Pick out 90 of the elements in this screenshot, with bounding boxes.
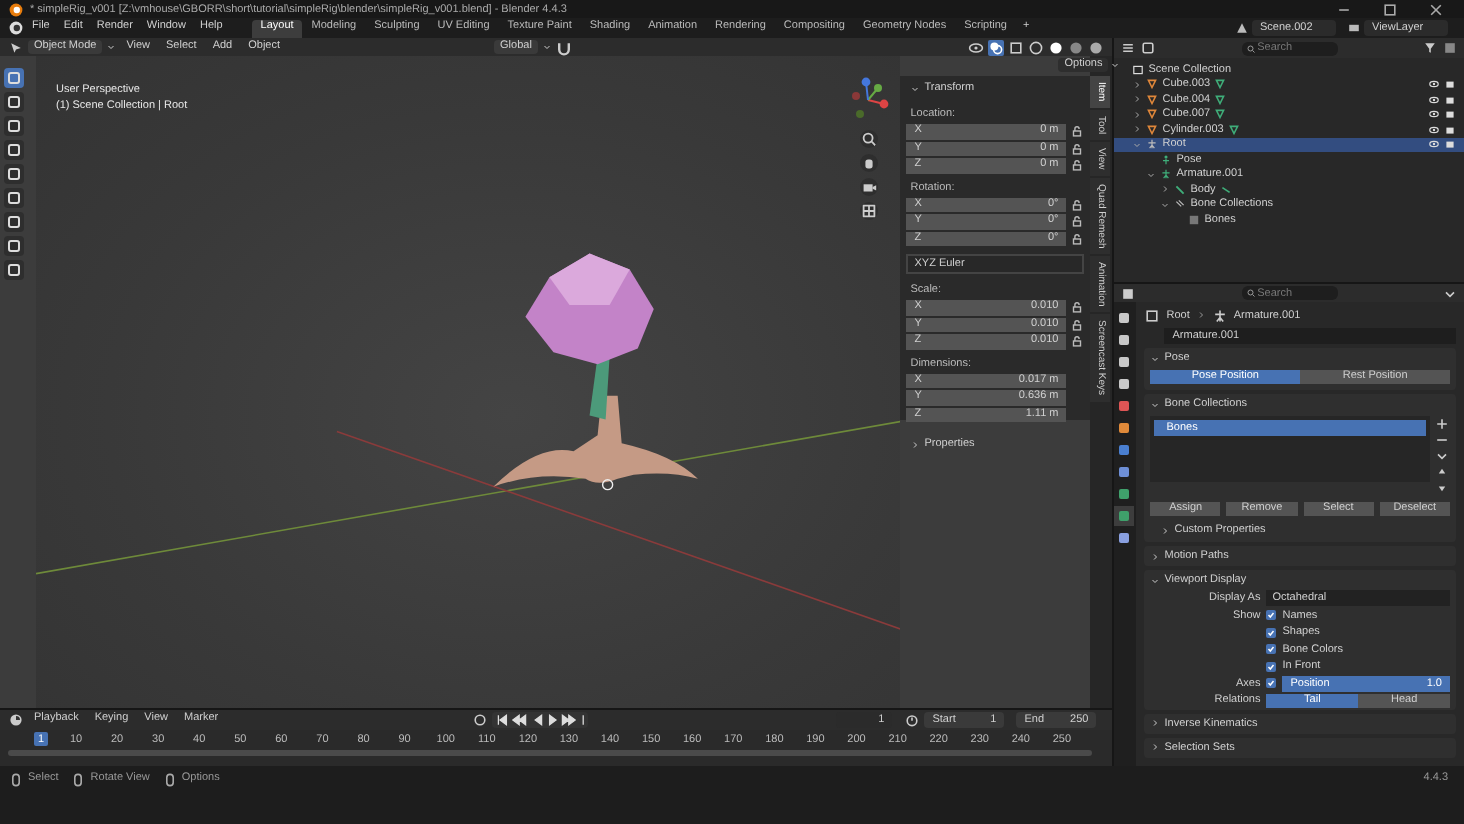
stick-figure-icon	[1146, 138, 1159, 151]
chevron-down-icon[interactable]	[1150, 399, 1161, 409]
grid-icon[interactable]	[859, 202, 878, 220]
lock-icon[interactable]	[1070, 124, 1085, 139]
magnet-icon[interactable]	[555, 39, 572, 55]
chevron-down-icon[interactable]	[1150, 575, 1161, 585]
search-icon	[1245, 288, 1256, 298]
move-up-icon[interactable]	[1434, 464, 1450, 480]
xray-icon[interactable]	[1008, 39, 1025, 55]
eye-icon[interactable]	[968, 39, 985, 55]
chevron-right-icon[interactable]	[1160, 184, 1171, 195]
chevron-down-icon[interactable]	[106, 42, 117, 52]
properties-tab-icon[interactable]	[1114, 506, 1135, 526]
properties-tab-icon[interactable]	[1114, 374, 1135, 394]
properties-tab-icon[interactable]	[1114, 308, 1135, 328]
record-icon[interactable]	[472, 712, 489, 728]
bone-icon	[1219, 183, 1232, 196]
lock-icon[interactable]	[1070, 300, 1085, 315]
checkbox[interactable]	[1266, 610, 1277, 621]
eye-icon[interactable]	[1428, 93, 1440, 106]
chevron-down-icon[interactable]	[1110, 60, 1121, 70]
overlay-icon[interactable]	[988, 39, 1005, 55]
properties-tab-icon[interactable]	[1114, 484, 1135, 504]
material-shading-icon[interactable]	[1068, 39, 1085, 55]
pose-figure-icon	[1160, 153, 1173, 166]
mouse-icon	[161, 772, 178, 788]
playback-controls-drawing[interactable]	[492, 712, 589, 728]
layers-icon[interactable]	[1346, 20, 1362, 36]
lock-icon[interactable]	[1070, 334, 1085, 349]
clock-icon[interactable]	[8, 712, 24, 728]
chevron-right-icon[interactable]	[1132, 124, 1143, 135]
stick-figure-icon	[1211, 307, 1228, 323]
move-down-icon[interactable]	[1434, 480, 1450, 496]
zoom-icon[interactable]	[859, 130, 878, 148]
chevron-right-icon	[1195, 310, 1206, 320]
chevron-down-icon[interactable]	[910, 83, 921, 93]
solid-shading-icon[interactable]	[1048, 39, 1065, 55]
lock-icon[interactable]	[1070, 231, 1085, 246]
checkbox[interactable]	[1266, 644, 1277, 655]
add-icon[interactable]	[1434, 416, 1450, 432]
lock-icon[interactable]	[1070, 317, 1085, 332]
chevron-right-icon[interactable]	[1132, 109, 1143, 120]
chevron-right-icon[interactable]	[1132, 79, 1143, 90]
lock-icon[interactable]	[1070, 214, 1085, 229]
box-outline-icon	[1132, 63, 1145, 76]
chevron-right-icon[interactable]	[1150, 718, 1161, 728]
chevron-down-icon[interactable]	[1434, 448, 1450, 464]
lock-icon[interactable]	[1070, 197, 1085, 212]
properties-tab-icon[interactable]	[1114, 330, 1135, 350]
eye-icon[interactable]	[1428, 138, 1440, 151]
stopwatch-icon[interactable]	[904, 712, 921, 728]
rendered-shading-icon[interactable]	[1088, 39, 1105, 55]
chevron-right-icon[interactable]	[1160, 525, 1171, 535]
checkbox[interactable]	[1266, 661, 1277, 672]
search-icon	[1245, 43, 1256, 53]
bones-icon	[1174, 198, 1187, 211]
chevron-right-icon[interactable]	[1132, 94, 1143, 105]
mouse-icon	[70, 772, 87, 788]
origin-point-icon	[601, 479, 614, 491]
checkbox[interactable]	[1266, 627, 1277, 638]
square-icon	[1188, 213, 1201, 226]
wireframe-shading-icon[interactable]	[1028, 39, 1045, 55]
eye-icon[interactable]	[1428, 108, 1440, 121]
maximize-icon[interactable]	[1382, 1, 1398, 17]
lock-icon[interactable]	[1070, 158, 1085, 173]
properties-tab-icon[interactable]	[1114, 528, 1135, 548]
editor-type-icon[interactable]	[1120, 285, 1137, 301]
checkbox[interactable]	[1266, 678, 1277, 689]
display-mode-icon[interactable]	[1140, 40, 1157, 56]
editor-type-icon[interactable]	[1120, 40, 1137, 56]
eye-icon[interactable]	[1428, 78, 1440, 91]
camera-icon[interactable]	[859, 178, 878, 196]
lock-icon[interactable]	[1070, 141, 1085, 156]
chevron-right-icon[interactable]	[910, 439, 921, 449]
chevron-down-icon[interactable]	[1150, 353, 1161, 363]
object-icon	[1144, 307, 1161, 323]
properties-tab-icon[interactable]	[1114, 462, 1135, 482]
mouse-icon	[8, 772, 24, 788]
stick-figure-icon	[1160, 168, 1173, 181]
chevron-down-icon[interactable]	[541, 42, 552, 52]
chevron-right-icon[interactable]	[1150, 742, 1161, 752]
new-collection-icon[interactable]	[1441, 40, 1458, 56]
properties-tab-icon[interactable]	[1114, 440, 1135, 460]
close-icon[interactable]	[1428, 1, 1444, 17]
properties-tab-icon[interactable]	[1114, 352, 1135, 372]
properties-tab-icon[interactable]	[1114, 418, 1135, 438]
chevron-right-icon[interactable]	[1150, 551, 1161, 561]
eye-icon[interactable]	[1428, 123, 1440, 136]
properties-tab-icon[interactable]	[1114, 396, 1135, 416]
bone-icon	[1174, 183, 1187, 196]
